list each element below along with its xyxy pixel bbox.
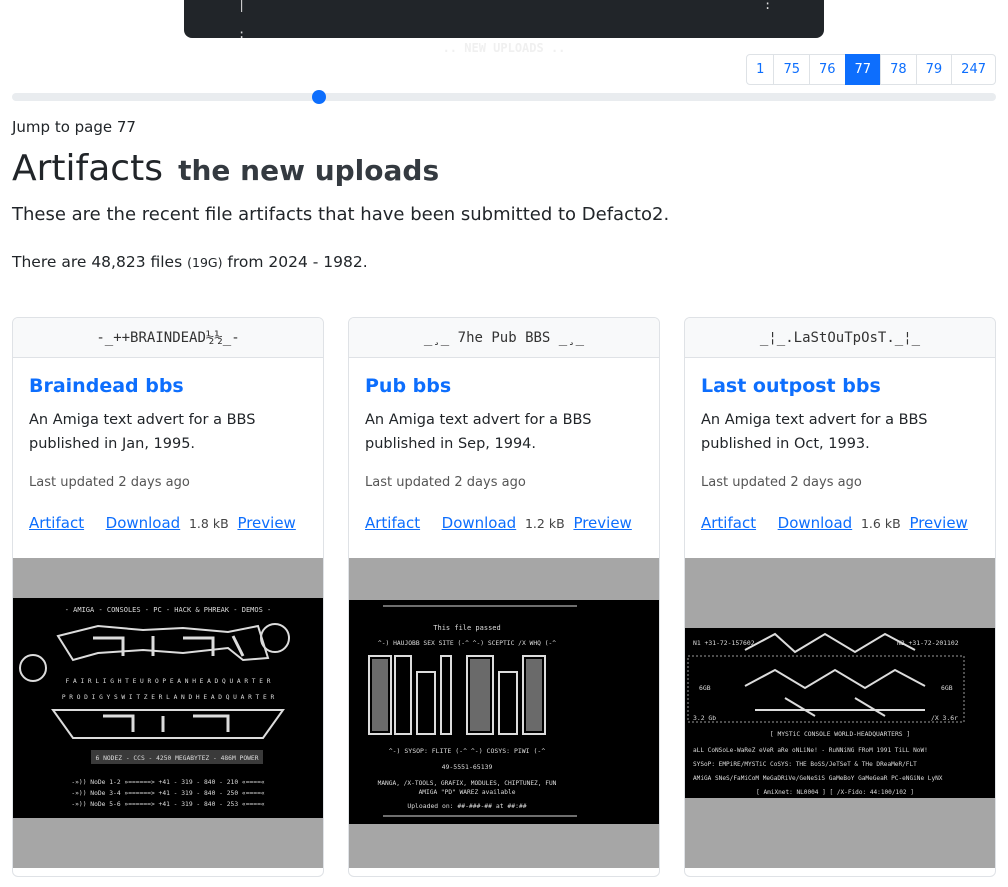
banner-left-mark: :: [238, 27, 246, 41]
download-link[interactable]: Download: [106, 514, 181, 532]
card-title-link[interactable]: Pub bbs: [365, 375, 451, 397]
file-size: 1.6 kB: [860, 516, 901, 531]
artifact-card: _¸_ 7he Pub BBS _¸_ Pub bbs An Amiga tex…: [348, 317, 660, 877]
artifact-link[interactable]: Artifact: [701, 514, 756, 532]
svg-text:3.2 Gb: 3.2 Gb: [693, 714, 716, 722]
preview-link[interactable]: Preview: [909, 514, 967, 532]
card-links: Artifact Download 1.6 kB Preview: [701, 514, 968, 532]
banner-title: .. NEW UPLOADS ..: [442, 41, 566, 55]
svg-text:^-) SYSOP: FLITE (-^ ^-) COSYS: ^-) SYSOP: FLITE (-^ ^-) COSYS: PIWI (-^: [389, 747, 546, 755]
card-preview-thumbnail[interactable]: N1 +31-72-157602 N2 +31-72-201102 6GB 6G…: [685, 558, 995, 868]
card-last-updated: Last updated 2 days ago: [365, 475, 526, 490]
page-title-main: Artifacts: [12, 148, 163, 189]
new-uploads-banner: |: : .. NEW UPLOADS .. .: [184, 0, 824, 69]
artifact-link[interactable]: Artifact: [365, 514, 420, 532]
banner-right-mark: :: [764, 0, 772, 12]
card-last-updated: Last updated 2 days ago: [29, 475, 190, 490]
banner-left-bar: |: [238, 0, 246, 12]
svg-text:N2 +31-72-201102: N2 +31-72-201102: [897, 639, 959, 647]
svg-text:AMiGA SNeS/FaMiCoM MeGaDRiVe/G: AMiGA SNeS/FaMiCoM MeGaDRiVe/GeNeSiS GaM…: [693, 775, 943, 782]
preview-link[interactable]: Preview: [573, 514, 631, 532]
svg-text:-»)) NoDe 5-6 »======> +41 - 3: -»)) NoDe 5-6 »======> +41 - 319 - 840 -…: [71, 801, 265, 808]
pub-preview-image: This file passed ^-) HAUJOBB SEX SITE (-…: [349, 600, 659, 824]
file-summary: There are 48,823 files (19G) from 2024 -…: [12, 253, 368, 271]
file-summary-count: There are 48,823 files: [12, 253, 183, 271]
card-links: Artifact Download 1.8 kB Preview: [29, 514, 296, 532]
artifact-card: _¦_.LaStOuTpOsT._¦_ Last outpost bbs An …: [684, 317, 996, 877]
svg-text:[ MYSTiC CONSOLE WORLD-HEADQUA: [ MYSTiC CONSOLE WORLD-HEADQUARTERS ]: [770, 731, 910, 738]
download-link[interactable]: Download: [442, 514, 517, 532]
artifact-link[interactable]: Artifact: [29, 514, 84, 532]
card-preview-thumbnail[interactable]: This file passed ^-) HAUJOBB SEX SITE (-…: [349, 558, 659, 868]
file-size: 1.8 kB: [188, 516, 229, 531]
svg-text:^-) HAUJOBB SEX SITE (-^ ^-) S: ^-) HAUJOBB SEX SITE (-^ ^-) SCEPTIC /X …: [378, 640, 556, 647]
svg-text:P R O D I G Y S W I T Z E R L: P R O D I G Y S W I T Z E R L A N D H E …: [62, 694, 275, 701]
page-lead: These are the recent file artifacts that…: [12, 204, 670, 225]
svg-text:/X 3.6r: /X 3.6r: [931, 714, 958, 722]
file-size: 1.2 kB: [524, 516, 565, 531]
card-preview-thumbnail[interactable]: - AMIGA - CONSOLES - PC - HACK & PHREAK …: [13, 558, 323, 868]
card-title-link[interactable]: Braindead bbs: [29, 375, 184, 397]
svg-text:N1 +31-72-157602: N1 +31-72-157602: [693, 639, 755, 647]
page-title-sub: the new uploads: [178, 154, 440, 187]
card-description: An Amiga text advert for a BBS published…: [365, 412, 592, 452]
card-last-updated: Last updated 2 days ago: [701, 475, 862, 490]
svg-text:- AMIGA - CONSOLES - PC - HACK: - AMIGA - CONSOLES - PC - HACK & PHREAK …: [65, 606, 272, 614]
svg-text:-»)) NoDe 3-4 »======> +41 - 3: -»)) NoDe 3-4 »======> +41 - 319 - 840 -…: [71, 790, 265, 797]
preview-link[interactable]: Preview: [237, 514, 295, 532]
svg-text:6GB: 6GB: [941, 684, 953, 692]
outpost-preview-image: N1 +31-72-157602 N2 +31-72-201102 6GB 6G…: [685, 628, 995, 798]
page-title: Artifacts the new uploads: [12, 148, 439, 189]
artifact-card: -_++BRAINDEAD½½_- Braindead bbs An Amiga…: [12, 317, 324, 877]
page-link-247[interactable]: 247: [951, 54, 996, 85]
page-link-78[interactable]: 78: [880, 54, 917, 85]
svg-text:[ AmiXnet: NL0004 ] [ /X-Fido:: [ AmiXnet: NL0004 ] [ /X-Fido: 44:100/10…: [756, 789, 914, 796]
page-link-77-current[interactable]: 77: [844, 54, 882, 85]
braindead-preview-image: - AMIGA - CONSOLES - PC - HACK & PHREAK …: [13, 598, 323, 818]
svg-text:This file passed: This file passed: [433, 624, 500, 632]
card-description: An Amiga text advert for a BBS published…: [29, 412, 256, 452]
card-links: Artifact Download 1.2 kB Preview: [365, 514, 632, 532]
jump-to-page-label: Jump to page 77: [12, 118, 136, 136]
page-link-1[interactable]: 1: [746, 54, 775, 85]
svg-text:F A I R L I G H T E U R O P E: F A I R L I G H T E U R O P E A N H E A …: [66, 678, 271, 685]
svg-text:SYSoP: EMPiRE/MYSTiC CoSY: SYSoP: EMPiRE/MYSTiC CoSYS: THE BoSS/JeT…: [693, 761, 917, 768]
card-header: _¸_ 7he Pub BBS _¸_: [349, 318, 659, 358]
pagination: 1 75 76 77 78 79 247: [746, 54, 996, 85]
file-summary-range: from 2024 - 1982.: [227, 253, 368, 271]
card-title-link[interactable]: Last outpost bbs: [701, 375, 881, 397]
svg-text:-»)) NoDe 1-2 »======> +41 - 3: -»)) NoDe 1-2 »======> +41 - 319 - 840 -…: [71, 779, 265, 786]
card-header: -_++BRAINDEAD½½_-: [13, 318, 323, 358]
svg-text:Uploaded on: ##-###-## at ##:#: Uploaded on: ##-###-## at ##:##: [407, 802, 526, 810]
svg-text:6 NODEZ - CCS - 4250 MEGABYTEZ: 6 NODEZ - CCS - 4250 MEGABYTEZ - 486M PO…: [95, 755, 258, 762]
card-header: _¦_.LaStOuTpOsT._¦_: [685, 318, 995, 358]
svg-text:MANGA, /X-TOOLS, GRAFIX, MODUL: MANGA, /X-TOOLS, GRAFIX, MODULES, CHIPTU…: [378, 780, 557, 787]
file-summary-size: (19G): [187, 255, 223, 270]
svg-text:6GB: 6GB: [699, 684, 711, 692]
download-link[interactable]: Download: [778, 514, 853, 532]
card-description: An Amiga text advert for a BBS published…: [701, 412, 928, 452]
svg-text:49-5551-65139: 49-5551-65139: [442, 763, 493, 771]
page-link-75[interactable]: 75: [773, 54, 810, 85]
page-slider-thumb[interactable]: [312, 90, 326, 104]
svg-text:aLL CoNSoLe-WaReZ eVeR aRe oNL: aLL CoNSoLe-WaReZ eVeR aRe oNLiNe! - RuN…: [693, 747, 928, 754]
page-range-slider[interactable]: [12, 90, 996, 104]
page-link-79[interactable]: 79: [915, 54, 953, 85]
svg-text:AMIGA "PD" WAREZ available: AMIGA "PD" WAREZ available: [419, 789, 516, 796]
page-link-76[interactable]: 76: [808, 54, 846, 85]
